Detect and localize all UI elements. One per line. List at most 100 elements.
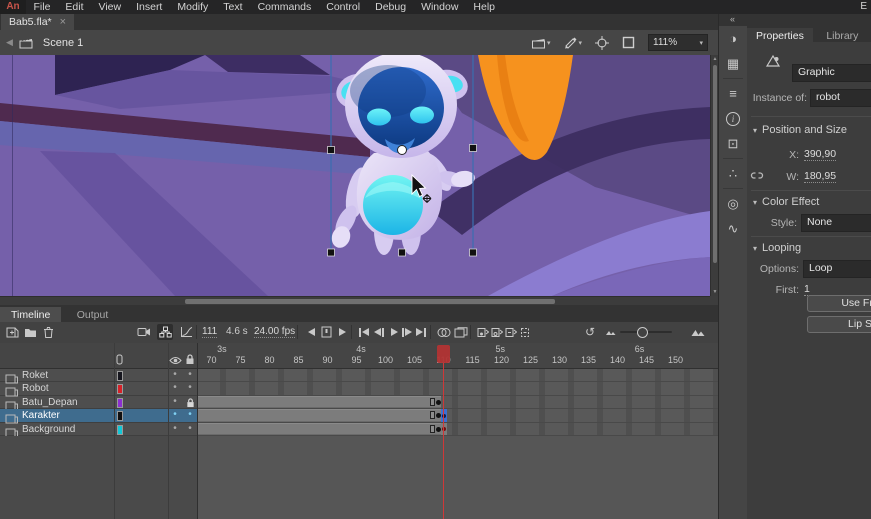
new-folder-button[interactable] bbox=[22, 324, 38, 340]
link-width-height-icon[interactable] bbox=[750, 168, 764, 186]
delete-layer-button[interactable] bbox=[40, 324, 56, 340]
motion-editor-icon[interactable]: ∿ bbox=[719, 216, 747, 241]
step-forward-icon[interactable] bbox=[334, 324, 350, 340]
timeline-zoom-in-icon[interactable] bbox=[690, 324, 706, 340]
eye-icon[interactable] bbox=[169, 352, 182, 370]
lock-icon[interactable] bbox=[185, 352, 195, 370]
layer-outline-color[interactable] bbox=[117, 411, 123, 421]
layer-visibility-dot[interactable]: • bbox=[170, 369, 180, 381]
section-looping[interactable]: ▾Looping bbox=[753, 242, 801, 254]
horizontal-scroll-thumb[interactable] bbox=[185, 299, 555, 304]
camera-button[interactable] bbox=[136, 324, 152, 340]
transform-handle[interactable] bbox=[470, 145, 477, 152]
scene-name[interactable]: Scene 1 bbox=[43, 37, 83, 49]
layer-lock-dot[interactable]: • bbox=[185, 423, 195, 435]
step-back-icon[interactable] bbox=[303, 324, 319, 340]
collapse-panels-icon[interactable]: « bbox=[730, 14, 735, 24]
cc-libraries-icon[interactable]: ◎ bbox=[719, 191, 747, 216]
layer-outline-color[interactable] bbox=[117, 425, 123, 435]
playhead-marker[interactable] bbox=[437, 345, 450, 363]
close-tab-icon[interactable]: × bbox=[60, 14, 66, 30]
menu-item-commands[interactable]: Commands bbox=[250, 0, 319, 14]
edit-symbols-icon[interactable]: ▾ bbox=[563, 36, 582, 49]
layer-frames-batu_depan[interactable] bbox=[197, 396, 718, 409]
transform-handle[interactable] bbox=[470, 249, 477, 256]
onion-skin-button[interactable] bbox=[436, 324, 452, 340]
info-icon[interactable]: i bbox=[719, 106, 747, 131]
go-to-last-frame-button[interactable] bbox=[413, 324, 429, 340]
stage-canvas[interactable] bbox=[0, 55, 710, 296]
outline-color-column-icon[interactable] bbox=[116, 352, 123, 370]
menu-item-edit[interactable]: Edit bbox=[58, 0, 91, 14]
x-value[interactable]: 390,90 bbox=[804, 148, 836, 161]
layer-outline-color[interactable] bbox=[117, 398, 123, 408]
timeline-ruler[interactable]: 3s4s5s6s70758085909510010511011512012513… bbox=[197, 343, 718, 369]
layer-lock-dot[interactable]: • bbox=[185, 382, 195, 394]
section-color-effect[interactable]: ▾Color Effect bbox=[753, 196, 819, 208]
layer-visibility-dot[interactable]: • bbox=[170, 409, 180, 421]
edit-scene-icon[interactable]: ▾ bbox=[531, 37, 551, 49]
layer-visibility-dot[interactable]: • bbox=[170, 423, 180, 435]
section-position-and-size[interactable]: ▾Position and Size bbox=[753, 124, 847, 136]
menu-item-control[interactable]: Control bbox=[319, 0, 368, 14]
layer-lock-dot[interactable]: • bbox=[185, 369, 195, 381]
layer-frames-robot[interactable] bbox=[197, 382, 718, 395]
loop-options-select[interactable]: Loop bbox=[803, 260, 871, 278]
zoom-level-select[interactable]: 111% ▾ bbox=[648, 34, 708, 51]
tab-timeline[interactable]: Timeline bbox=[0, 307, 61, 324]
transform-icon[interactable]: ⊡ bbox=[719, 131, 747, 156]
layer-outline-color[interactable] bbox=[117, 384, 123, 394]
menu-item-view[interactable]: View bbox=[91, 0, 129, 14]
graph-editor-button[interactable] bbox=[178, 324, 194, 340]
layer-frames-roket[interactable] bbox=[197, 369, 718, 382]
layer-outline-color[interactable] bbox=[117, 371, 123, 381]
timeline-zoom-slider-knob[interactable] bbox=[637, 327, 648, 338]
go-to-first-frame-button[interactable] bbox=[356, 324, 372, 340]
layer-frames-karakter[interactable] bbox=[197, 409, 718, 422]
step-back-one-frame-button[interactable] bbox=[371, 324, 387, 340]
elapsed-time-value[interactable]: 4.6 s bbox=[226, 326, 248, 337]
layer-visibility-dot[interactable]: • bbox=[170, 396, 180, 408]
use-frame-picker-button[interactable]: Use Fra bbox=[807, 295, 871, 312]
style-select[interactable]: None bbox=[801, 214, 871, 232]
menu-item-window[interactable]: Window bbox=[414, 0, 466, 14]
transformation-point[interactable] bbox=[398, 146, 407, 155]
edit-multiple-frames-button[interactable] bbox=[453, 324, 469, 340]
frame-rate-value[interactable]: 24.00 fps bbox=[254, 326, 295, 338]
current-frame-value[interactable]: 111 bbox=[202, 326, 217, 338]
transform-handle[interactable] bbox=[399, 249, 406, 256]
menu-item-file[interactable]: File bbox=[26, 0, 58, 14]
timeline-zoom-slider[interactable] bbox=[620, 331, 672, 333]
layer-visibility-dot[interactable]: • bbox=[170, 382, 180, 394]
new-layer-button[interactable] bbox=[4, 324, 20, 340]
tab-properties[interactable]: Properties bbox=[747, 28, 813, 44]
transform-handle[interactable] bbox=[328, 249, 335, 256]
remove-frame-button[interactable] bbox=[517, 324, 533, 340]
frame-grid[interactable] bbox=[197, 369, 718, 436]
menu-item-modify[interactable]: Modify bbox=[170, 0, 216, 14]
show-parenting-view-button[interactable] bbox=[157, 324, 173, 340]
tab-output[interactable]: Output bbox=[66, 307, 120, 324]
document-tab[interactable]: Bab5.fla* × bbox=[1, 14, 74, 30]
menu-item-debug[interactable]: Debug bbox=[368, 0, 414, 14]
back-icon[interactable]: ◀ bbox=[6, 37, 13, 48]
app-logo[interactable]: An bbox=[0, 0, 26, 14]
menu-item-insert[interactable]: Insert bbox=[129, 0, 170, 14]
center-stage-icon[interactable] bbox=[595, 36, 609, 50]
menu-item-text[interactable]: Text bbox=[216, 0, 250, 14]
timeline-zoom-out-icon[interactable] bbox=[602, 324, 618, 340]
w-value[interactable]: 180,95 bbox=[804, 170, 836, 183]
layer-lock-dot[interactable]: • bbox=[185, 409, 195, 421]
tab-library[interactable]: Library bbox=[817, 28, 867, 44]
reset-timeline-zoom-button[interactable]: ↺ bbox=[582, 324, 598, 340]
align-icon[interactable]: ≡ bbox=[719, 81, 747, 106]
symbol-type-select[interactable]: Graphic bbox=[792, 64, 871, 82]
brush-library-icon[interactable]: ∴ bbox=[719, 161, 747, 186]
swatches-icon[interactable]: ▦ bbox=[719, 51, 747, 76]
clip-content-icon[interactable] bbox=[622, 36, 635, 49]
layer-frames-background[interactable] bbox=[197, 423, 718, 436]
transform-handle[interactable] bbox=[328, 147, 335, 154]
lip-syncing-button[interactable]: Lip S bbox=[807, 316, 871, 333]
center-playhead-icon[interactable] bbox=[318, 324, 334, 340]
menu-item-help[interactable]: Help bbox=[466, 0, 503, 14]
